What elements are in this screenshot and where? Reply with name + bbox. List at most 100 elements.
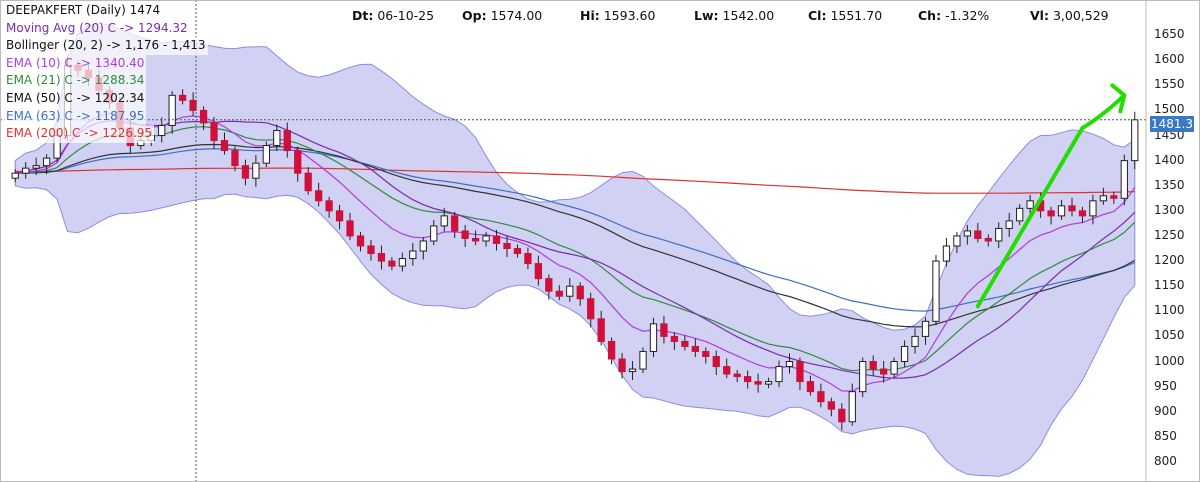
candle-body[interactable]: [806, 381, 815, 393]
candle-body[interactable]: [346, 220, 354, 237]
candle-body[interactable]: [890, 361, 898, 375]
legend-ema200[interactable]: EMA (200) C -> 1226.95: [4, 125, 155, 143]
candle-body[interactable]: [869, 361, 877, 370]
candle-body[interactable]: [712, 355, 720, 368]
candle-body[interactable]: [995, 227, 1003, 242]
candle-body[interactable]: [252, 162, 260, 179]
candle-body[interactable]: [618, 358, 626, 373]
candle-body[interactable]: [785, 361, 794, 368]
candle-body[interactable]: [566, 285, 574, 297]
candle-body[interactable]: [545, 278, 553, 292]
candle-body[interactable]: [848, 391, 856, 423]
candle-body[interactable]: [1068, 205, 1076, 212]
candle-body[interactable]: [1016, 207, 1024, 222]
candle-body[interactable]: [764, 381, 773, 385]
candle-body[interactable]: [974, 230, 982, 239]
candle-body[interactable]: [660, 323, 668, 337]
candle-body[interactable]: [1078, 210, 1087, 217]
candle-body[interactable]: [744, 376, 752, 383]
candle-body[interactable]: [1110, 195, 1118, 199]
legend-ema50[interactable]: EMA (50) C -> 1202.34: [4, 89, 147, 108]
candle-body[interactable]: [859, 361, 867, 393]
candle-body[interactable]: [953, 235, 961, 247]
candle-body[interactable]: [325, 200, 333, 212]
candle-body[interactable]: [471, 237, 480, 242]
candle-body[interactable]: [409, 250, 417, 260]
candle-body[interactable]: [1089, 200, 1097, 217]
candle-body[interactable]: [430, 225, 438, 242]
candle-body[interactable]: [796, 361, 804, 383]
candle-body[interactable]: [932, 260, 940, 322]
candle-body[interactable]: [524, 253, 532, 265]
candle-body[interactable]: [335, 210, 344, 222]
volume-value: 3,00,529: [1052, 8, 1109, 23]
candle-body[interactable]: [220, 140, 229, 152]
candle-body[interactable]: [22, 167, 30, 174]
candle-body[interactable]: [775, 366, 783, 383]
candle-body[interactable]: [482, 235, 490, 242]
candle-body[interactable]: [367, 245, 375, 255]
candle-body[interactable]: [419, 240, 427, 252]
candle-body[interactable]: [607, 340, 616, 360]
candle-body[interactable]: [356, 235, 365, 247]
candle-body[interactable]: [576, 285, 584, 300]
candle-body[interactable]: [827, 401, 835, 410]
candle-body[interactable]: [942, 245, 951, 262]
candle-body[interactable]: [262, 145, 270, 164]
candle-body[interactable]: [210, 122, 218, 142]
candle-body[interactable]: [440, 215, 448, 227]
candle-body[interactable]: [1026, 200, 1034, 209]
candle-body[interactable]: [911, 335, 919, 347]
candle-body[interactable]: [388, 260, 396, 267]
candle-body[interactable]: [880, 368, 888, 375]
candle-body[interactable]: [377, 253, 386, 262]
candle-body[interactable]: [1120, 160, 1128, 199]
candle-body[interactable]: [628, 368, 637, 373]
candle-body[interactable]: [984, 237, 992, 242]
candle-body[interactable]: [754, 381, 762, 385]
candle-body[interactable]: [921, 320, 930, 337]
candle-body[interactable]: [597, 318, 605, 342]
legend-bollinger[interactable]: Bollinger (20, 2) -> 1,176 - 1,413: [4, 37, 208, 55]
candle-body[interactable]: [315, 190, 323, 202]
candle-body[interactable]: [273, 129, 281, 147]
candle-body[interactable]: [838, 408, 846, 423]
candle-body[interactable]: [681, 340, 689, 347]
candle-body[interactable]: [294, 150, 302, 174]
candle-body[interactable]: [733, 373, 741, 378]
candle-body[interactable]: [492, 235, 501, 244]
candle-body[interactable]: [1131, 119, 1139, 162]
candle-body[interactable]: [503, 242, 511, 250]
candle-body[interactable]: [900, 345, 909, 363]
candle-body[interactable]: [1099, 195, 1108, 202]
candle-body[interactable]: [723, 366, 731, 375]
candle-body[interactable]: [555, 290, 563, 297]
candle-body[interactable]: [11, 172, 19, 179]
candle-body[interactable]: [513, 248, 522, 255]
legend-ema10[interactable]: EMA (10) C -> 1340.40: [4, 54, 147, 73]
legend-sma20[interactable]: Moving Avg (20) C -> 1294.32: [4, 19, 190, 38]
candle-body[interactable]: [639, 350, 647, 370]
candle-body[interactable]: [649, 323, 658, 352]
candle-body[interactable]: [451, 215, 459, 232]
legend-ema63[interactable]: EMA (63) C -> 1187.95: [4, 107, 147, 126]
candle-body[interactable]: [32, 165, 40, 169]
candle-body[interactable]: [398, 258, 407, 267]
candle-body[interactable]: [702, 350, 710, 357]
candle-body[interactable]: [963, 230, 972, 237]
candle-body[interactable]: [283, 129, 291, 152]
candle-body[interactable]: [817, 391, 825, 403]
candle-body[interactable]: [231, 150, 239, 167]
candle-body[interactable]: [1057, 205, 1066, 217]
candle-body[interactable]: [691, 345, 699, 352]
candle-body[interactable]: [1005, 220, 1013, 229]
candle-body[interactable]: [241, 165, 250, 179]
candle-body[interactable]: [670, 335, 679, 342]
candle-body[interactable]: [42, 157, 51, 167]
candle-body[interactable]: [587, 298, 595, 320]
candle-body[interactable]: [534, 263, 543, 280]
candle-body[interactable]: [1047, 210, 1055, 217]
candle-body[interactable]: [304, 172, 312, 192]
legend-ema21[interactable]: EMA (21) C -> 1288.34: [4, 72, 147, 90]
candle-body[interactable]: [461, 230, 469, 239]
